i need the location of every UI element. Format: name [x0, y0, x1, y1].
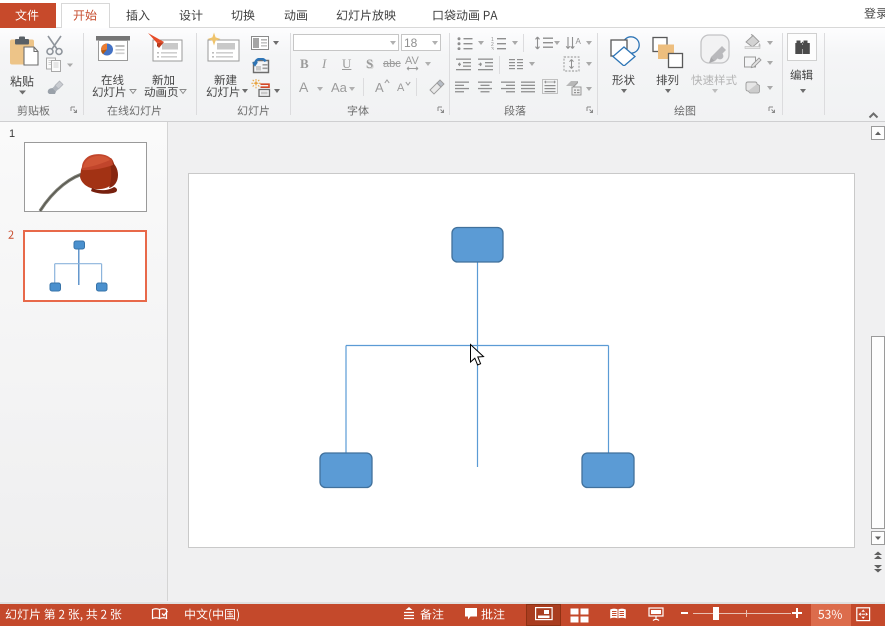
- svg-text:A: A: [576, 37, 582, 46]
- svg-text:3: 3: [491, 47, 494, 50]
